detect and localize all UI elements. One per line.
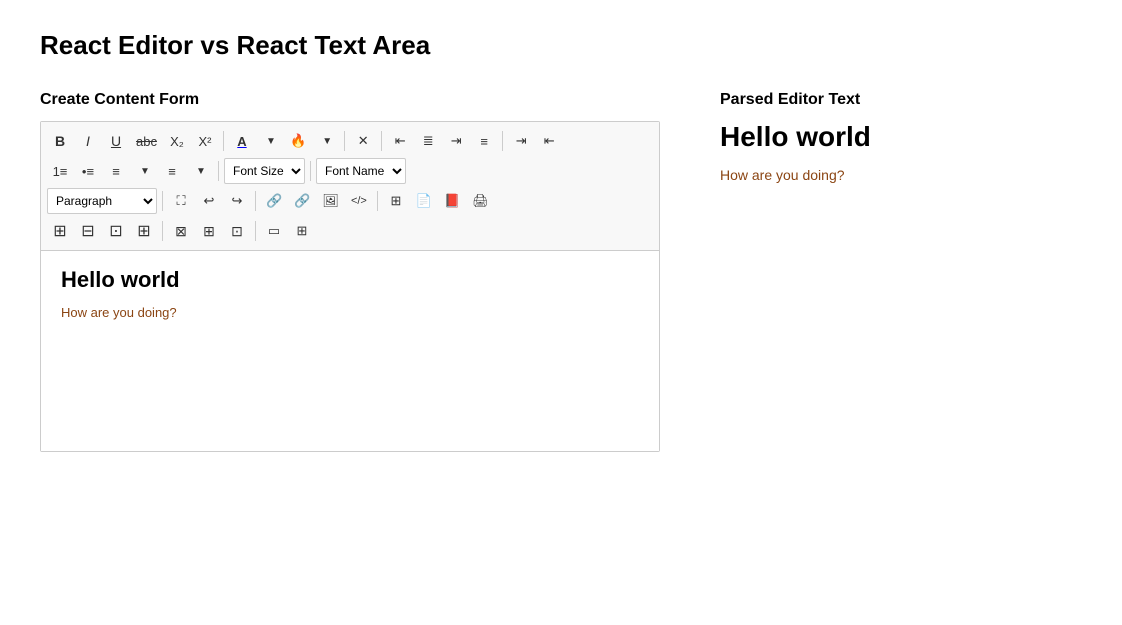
underline-button[interactable]: U (103, 128, 129, 154)
toolbar-row-1: B I U abc X₂ X² A ▼ 🔥 ▼ ✕ ⇤ ≣ ⇥ (47, 126, 653, 156)
toolbar-row-4: ⊞ ⊟ ⊡ ⊞ ⊠ ⊞ ⊡ ▭ ⊞ (47, 216, 653, 246)
sep-4 (502, 131, 503, 151)
italic-button[interactable]: I (75, 128, 101, 154)
strikethrough-button[interactable]: abc (131, 128, 162, 154)
font-color-dropdown[interactable]: ▼ (257, 128, 283, 154)
right-panel: Parsed Editor Text Hello world How are y… (720, 91, 1082, 183)
toolbar-row-3: Paragraph ⛶ ↩ ↪ 🔗 🔗 🖼 </> ⊞ 📄 📕 🖨 (47, 186, 653, 216)
editor-paragraph: How are you doing? (61, 305, 639, 320)
fullscreen-button[interactable]: ⛶ (168, 188, 194, 214)
sep-6 (310, 161, 311, 181)
font-size-select[interactable]: Font Size (224, 158, 305, 184)
editor-container: B I U abc X₂ X² A ▼ 🔥 ▼ ✕ ⇤ ≣ ⇥ (40, 121, 660, 452)
sep-8 (255, 191, 256, 211)
bold-button[interactable]: B (47, 128, 73, 154)
editor-heading: Hello world (61, 267, 639, 293)
insert-link-button[interactable]: 🔗 (261, 188, 287, 214)
highlight-dropdown[interactable]: ▼ (313, 128, 339, 154)
sep-7 (162, 191, 163, 211)
table-btn-1[interactable]: ⊞ (47, 218, 73, 244)
sep-3 (381, 131, 382, 151)
paragraph-format-select[interactable]: Paragraph (47, 188, 157, 214)
table-btn-3[interactable]: ⊡ (103, 218, 129, 244)
remove-link-button[interactable]: 🔗 (289, 188, 315, 214)
redo-button[interactable]: ↪ (224, 188, 250, 214)
sep-5 (218, 161, 219, 181)
highlight-color-button[interactable]: 🔥 (285, 128, 311, 154)
cell-btn-2[interactable]: ⊞ (289, 218, 315, 244)
editor-body[interactable]: Hello world How are you doing? (41, 251, 659, 451)
superscript-button[interactable]: X² (192, 128, 218, 154)
align-justify-button[interactable]: ≡ (471, 128, 497, 154)
parsed-paragraph: How are you doing? (720, 167, 1082, 183)
insert-file-button[interactable]: 📄 (411, 188, 437, 214)
insert-table-button[interactable]: ⊞ (383, 188, 409, 214)
create-form-label: Create Content Form (40, 91, 660, 109)
sep-11 (255, 221, 256, 241)
main-layout: Create Content Form B I U abc X₂ X² A ▼ … (40, 91, 1082, 452)
sep-2 (344, 131, 345, 151)
sep-9 (377, 191, 378, 211)
align-right-button[interactable]: ⇥ (443, 128, 469, 154)
ordered-list-1-button[interactable]: 1≡ (47, 158, 73, 184)
merge-btn-2[interactable]: ⊞ (196, 218, 222, 244)
code-view-button[interactable]: </> (346, 188, 372, 214)
subscript-button[interactable]: X₂ (164, 128, 190, 154)
print-button[interactable]: 🖨 (467, 188, 494, 214)
list-dropdown-2[interactable]: ▼ (187, 158, 213, 184)
indent-out-button[interactable]: ⇤ (536, 128, 562, 154)
page-title: React Editor vs React Text Area (40, 30, 1082, 61)
eraser-button[interactable]: ✕ (350, 128, 376, 154)
parsed-text-label: Parsed Editor Text (720, 91, 1082, 109)
ordered-list-2-button[interactable]: •≡ (75, 158, 101, 184)
merge-btn-3[interactable]: ⊡ (224, 218, 250, 244)
font-name-select[interactable]: Font Name (316, 158, 406, 184)
font-color-button[interactable]: A (229, 128, 255, 154)
left-panel: Create Content Form B I U abc X₂ X² A ▼ … (40, 91, 660, 452)
table-btn-4[interactable]: ⊞ (131, 218, 157, 244)
unordered-list-1-button[interactable]: ≡ (103, 158, 129, 184)
table-btn-2[interactable]: ⊟ (75, 218, 101, 244)
merge-btn-1[interactable]: ⊠ (168, 218, 194, 244)
undo-button[interactable]: ↩ (196, 188, 222, 214)
insert-pdf-button[interactable]: 📕 (439, 188, 465, 214)
editor-toolbar: B I U abc X₂ X² A ▼ 🔥 ▼ ✕ ⇤ ≣ ⇥ (41, 122, 659, 251)
sep-10 (162, 221, 163, 241)
sep-1 (223, 131, 224, 151)
align-center-button[interactable]: ≣ (415, 128, 441, 154)
insert-image-button[interactable]: 🖼 (317, 188, 344, 214)
list-dropdown-1[interactable]: ▼ (131, 158, 157, 184)
unordered-list-2-button[interactable]: ≡ (159, 158, 185, 184)
indent-in-button[interactable]: ⇥ (508, 128, 534, 154)
align-left-button[interactable]: ⇤ (387, 128, 413, 154)
parsed-heading: Hello world (720, 121, 1082, 153)
toolbar-row-2: 1≡ •≡ ≡ ▼ ≡ ▼ Font Size Font Name (47, 156, 653, 186)
cell-btn-1[interactable]: ▭ (261, 218, 287, 244)
